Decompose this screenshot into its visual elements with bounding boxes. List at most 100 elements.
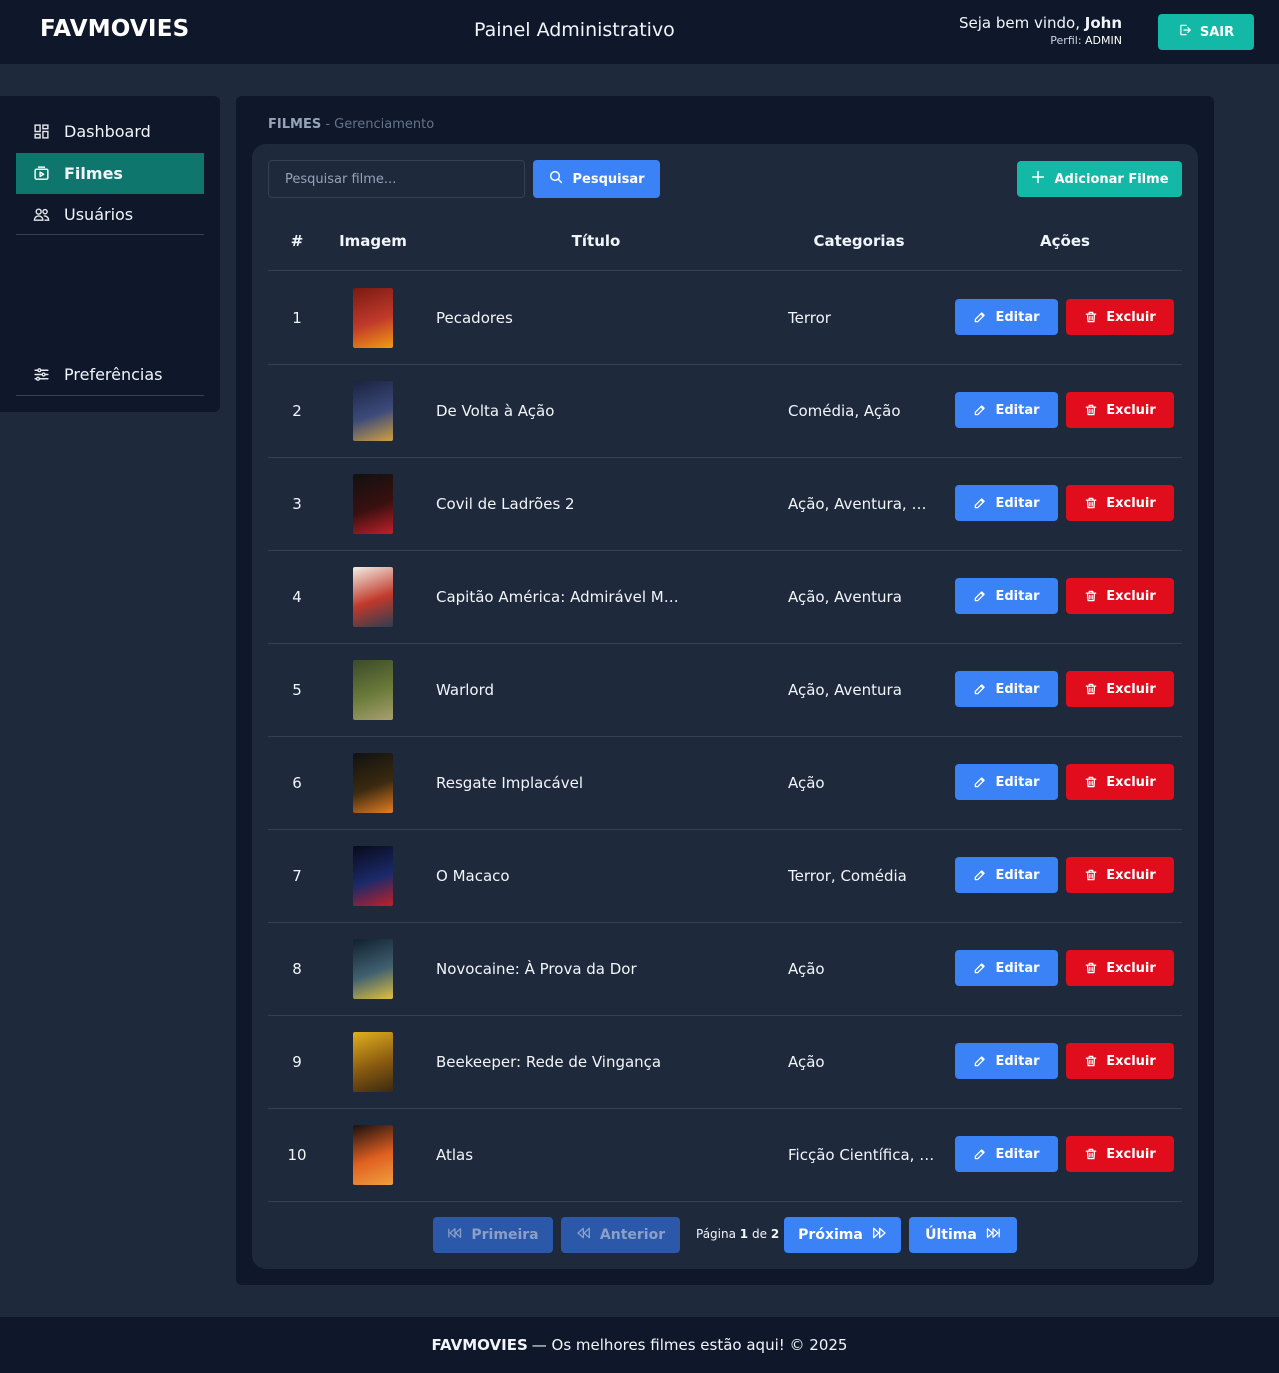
column-header-categories: Categorias <box>813 232 905 250</box>
edit-label: Editar <box>995 681 1040 697</box>
row-number: 5 <box>292 680 302 699</box>
table-row: 9 Beekeeper: Rede de Vingança Ação Editar Ex… <box>268 1015 1182 1108</box>
edit-button[interactable]: Editar <box>955 392 1058 428</box>
delete-label: Excluir <box>1106 309 1156 325</box>
edit-button[interactable]: Editar <box>955 764 1058 800</box>
table-row: 7 O Macaco Terror, Comédia Editar Excluir <box>268 829 1182 922</box>
welcome-line: Seja bem vindo, John <box>959 14 1122 32</box>
delete-button[interactable]: Excluir <box>1066 950 1174 986</box>
movie-title: Resgate Implacável <box>436 773 584 792</box>
sidebar-item-label: Usuários <box>64 205 134 224</box>
first-page-icon <box>447 1226 463 1244</box>
table-row: 4 Capitão América: Admirável Mundo Novo Aç… <box>268 550 1182 643</box>
pencil-icon <box>973 403 987 417</box>
trash-icon <box>1084 310 1098 324</box>
edit-button[interactable]: Editar <box>955 1043 1058 1079</box>
main-panel: FILMES - Gerenciamento Pesquisar Adicion… <box>236 96 1214 1285</box>
search-input[interactable] <box>268 160 525 198</box>
sidebar-divider <box>16 234 204 235</box>
add-movie-button[interactable]: Adicionar Filme <box>1017 161 1182 197</box>
edit-label: Editar <box>995 774 1040 790</box>
movie-poster <box>353 939 393 999</box>
pencil-icon <box>973 868 987 882</box>
edit-label: Editar <box>995 495 1040 511</box>
logout-label: SAIR <box>1199 24 1235 40</box>
next-page-button[interactable]: Próxima <box>784 1217 901 1253</box>
delete-label: Excluir <box>1106 588 1156 604</box>
edit-label: Editar <box>995 402 1040 418</box>
previous-page-button[interactable]: Anterior <box>561 1217 680 1253</box>
edit-button[interactable]: Editar <box>955 485 1058 521</box>
edit-label: Editar <box>995 1053 1040 1069</box>
edit-button[interactable]: Editar <box>955 299 1058 335</box>
movie-categories: Ação, Aventura <box>788 680 902 699</box>
edit-label: Editar <box>995 588 1040 604</box>
trash-icon <box>1084 961 1098 975</box>
edit-button[interactable]: Editar <box>955 1136 1058 1172</box>
trash-icon <box>1084 403 1098 417</box>
delete-label: Excluir <box>1106 960 1156 976</box>
delete-label: Excluir <box>1106 681 1156 697</box>
movie-categories: Terror, Comédia <box>788 866 907 885</box>
first-page-button[interactable]: Primeira <box>433 1217 553 1253</box>
search-button[interactable]: Pesquisar <box>533 160 660 198</box>
current-page: 1 <box>739 1227 749 1241</box>
delete-button[interactable]: Excluir <box>1066 485 1174 521</box>
table-row: 3 Covil de Ladrões 2 Ação, Aventura, Drama… <box>268 457 1182 550</box>
table-row: 1 Pecadores Terror Editar Excluir <box>268 271 1182 364</box>
sidebar-item-usuarios[interactable]: Usuários <box>16 194 204 235</box>
breadcrumb: FILMES - Gerenciamento <box>268 117 434 132</box>
row-number: 6 <box>292 773 302 792</box>
logout-button[interactable]: SAIR <box>1158 14 1254 50</box>
edit-button[interactable]: Editar <box>955 950 1058 986</box>
pencil-icon <box>973 775 987 789</box>
delete-button[interactable]: Excluir <box>1066 578 1174 614</box>
movie-poster <box>353 474 393 534</box>
movie-categories: Comédia, Ação <box>788 401 901 420</box>
brand-logo[interactable]: FAVMOVIES <box>40 16 189 42</box>
delete-button[interactable]: Excluir <box>1066 764 1174 800</box>
movie-poster <box>353 660 393 720</box>
row-divider <box>268 1201 1182 1202</box>
row-number: 1 <box>292 308 302 327</box>
delete-label: Excluir <box>1106 1053 1156 1069</box>
total-pages: 2 <box>770 1227 780 1241</box>
sidebar-item-dashboard[interactable]: Dashboard <box>16 111 204 152</box>
movie-title: Atlas <box>436 1145 474 1164</box>
last-page-button[interactable]: Última <box>909 1217 1017 1253</box>
first-page-label: Primeira <box>471 1227 539 1243</box>
movie-poster <box>353 1032 393 1092</box>
delete-button[interactable]: Excluir <box>1066 299 1174 335</box>
sidebar-item-preferencias[interactable]: Preferências <box>16 354 204 395</box>
footer-brand: FAVMOVIES <box>431 1336 528 1354</box>
edit-label: Editar <box>995 867 1040 883</box>
movie-categories: Ação <box>788 959 825 978</box>
row-number: 8 <box>292 959 302 978</box>
delete-button[interactable]: Excluir <box>1066 857 1174 893</box>
sidebar-item-filmes[interactable]: Filmes <box>16 153 204 194</box>
delete-button[interactable]: Excluir <box>1066 671 1174 707</box>
column-header-actions: Ações <box>1040 232 1090 250</box>
page-indicator: Página 1 de 2 <box>696 1227 779 1241</box>
delete-button[interactable]: Excluir <box>1066 1043 1174 1079</box>
profile-line: Perfil: ADMIN <box>959 34 1122 47</box>
trash-icon <box>1084 496 1098 510</box>
breadcrumb-separator: - <box>321 117 335 132</box>
pencil-icon <box>973 1054 987 1068</box>
profile-value: ADMIN <box>1085 34 1122 47</box>
delete-button[interactable]: Excluir <box>1066 392 1174 428</box>
row-number: 10 <box>287 1145 307 1164</box>
delete-button[interactable]: Excluir <box>1066 1136 1174 1172</box>
edit-button[interactable]: Editar <box>955 671 1058 707</box>
edit-button[interactable]: Editar <box>955 578 1058 614</box>
pencil-icon <box>973 496 987 510</box>
movie-categories: Ação <box>788 1052 825 1071</box>
movie-categories: Ação, Aventura <box>788 587 902 606</box>
edit-button[interactable]: Editar <box>955 857 1058 893</box>
movie-categories: Ficção Científica, Ação <box>788 1145 936 1164</box>
last-page-icon <box>985 1226 1001 1244</box>
movie-poster <box>353 1125 393 1185</box>
trash-icon <box>1084 1147 1098 1161</box>
previous-page-icon <box>576 1226 592 1244</box>
column-header-image: Imagem <box>339 232 407 250</box>
